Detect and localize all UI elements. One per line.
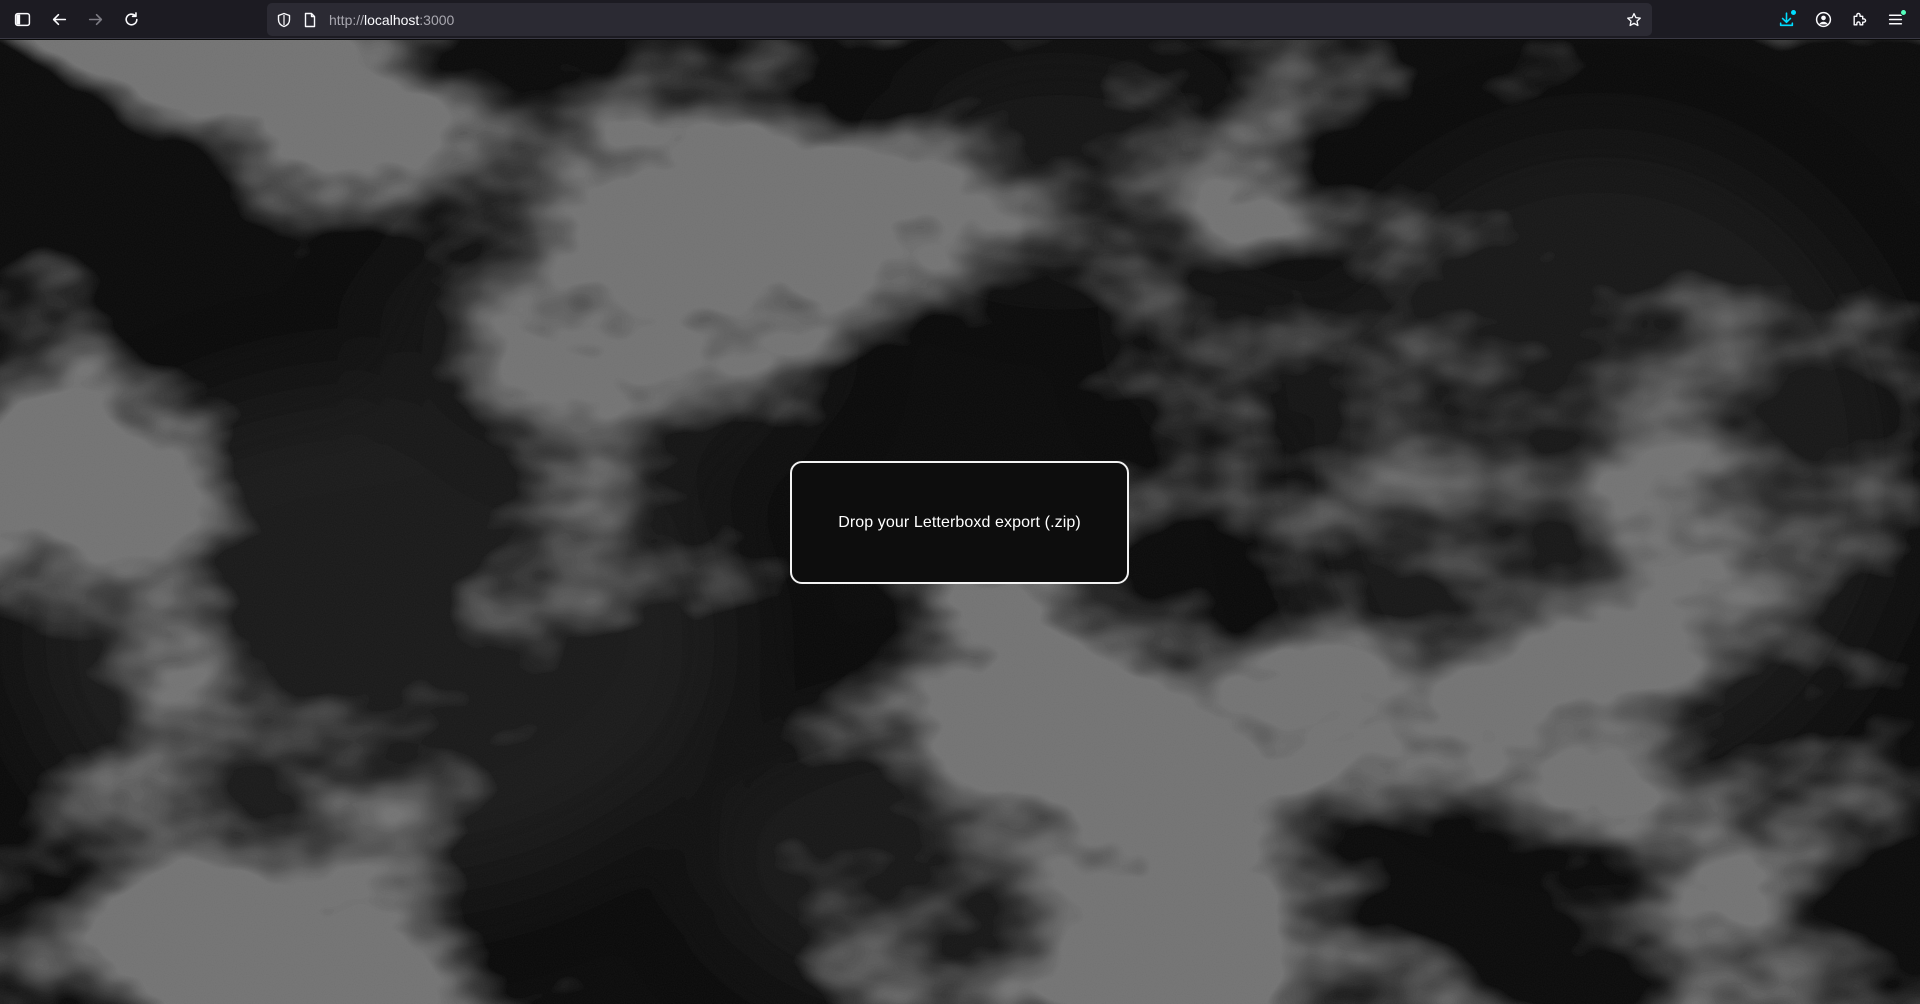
page-icon[interactable] — [301, 11, 318, 28]
reload-button[interactable] — [118, 6, 145, 33]
url-host: localhost — [364, 12, 420, 28]
page-viewport: Drop your Letterboxd export (.zip) — [0, 40, 1920, 1004]
update-badge — [1900, 9, 1907, 16]
url-bar[interactable]: http://localhost:3000 — [267, 3, 1652, 36]
reload-icon — [123, 11, 140, 28]
star-icon[interactable] — [1625, 11, 1642, 28]
forward-button[interactable] — [82, 6, 109, 33]
back-arrow-icon — [51, 11, 68, 28]
puzzle-icon — [1851, 11, 1868, 28]
file-dropzone[interactable]: Drop your Letterboxd export (.zip) — [790, 461, 1129, 584]
url-scheme: http:// — [329, 12, 365, 28]
app-menu-button[interactable] — [1882, 6, 1909, 33]
account-icon — [1815, 11, 1832, 28]
downloads-button[interactable] — [1773, 6, 1800, 33]
sidebar-toggle-button[interactable] — [9, 6, 36, 33]
downloads-badge — [1790, 9, 1797, 16]
browser-toolbar: http://localhost:3000 — [0, 0, 1920, 39]
forward-arrow-icon — [87, 11, 104, 28]
shield-icon[interactable] — [275, 11, 292, 28]
sidebar-toggle-icon — [14, 11, 31, 28]
url-text[interactable]: http://localhost:3000 — [329, 12, 454, 28]
extensions-button[interactable] — [1846, 6, 1873, 33]
account-button[interactable] — [1810, 6, 1837, 33]
dropzone-label: Drop your Letterboxd export (.zip) — [838, 513, 1081, 531]
back-button[interactable] — [46, 6, 73, 33]
url-port: :3000 — [419, 12, 455, 28]
